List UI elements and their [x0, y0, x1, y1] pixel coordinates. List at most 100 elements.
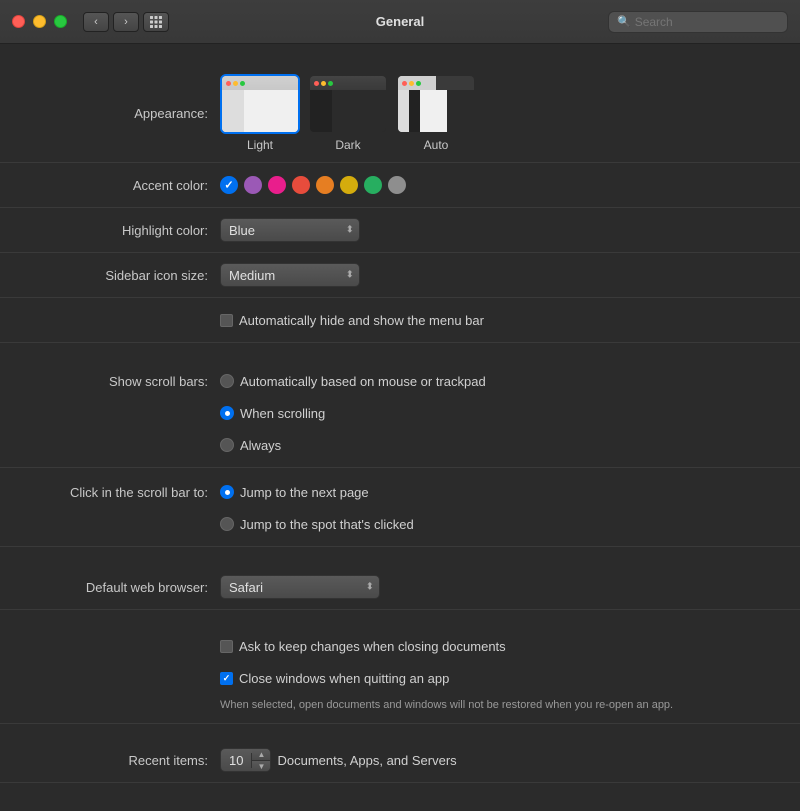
menu-bar-checkbox[interactable] [220, 314, 233, 327]
accent-color-label: Accent color: [0, 178, 220, 193]
click-scroll-spot-label: Jump to the spot that's clicked [240, 517, 414, 532]
appearance-dark-thumb[interactable] [308, 74, 388, 134]
click-scroll-next-radio[interactable] [220, 485, 234, 499]
recent-items-section: Recent items: 10 ▲ ▼ Documents, Apps, an… [0, 740, 800, 783]
handoff-section: Allow Handoff between this Mac and your … [0, 799, 800, 811]
scroll-bars-when-label: When scrolling [240, 406, 325, 421]
browser-row: Default web browser: Safari Chrome Firef… [0, 575, 770, 599]
stepper-up-button[interactable]: ▲ [252, 749, 270, 761]
minimize-button[interactable] [33, 15, 46, 28]
window-title: General [376, 14, 424, 29]
highlight-color-controls: Blue Gold Graphite Green Orange Pink Pur… [220, 218, 770, 242]
main-content: Appearance: [0, 44, 800, 811]
stepper-down-button[interactable]: ▼ [252, 761, 270, 772]
scroll-bars-auto-controls: Automatically based on mouse or trackpad [220, 374, 770, 389]
click-scroll-spot-radio[interactable] [220, 517, 234, 531]
menu-bar-section: Automatically hide and show the menu bar [0, 298, 800, 343]
click-scroll-next-label: Jump to the next page [240, 485, 369, 500]
keep-changes-controls: Ask to keep changes when closing documen… [220, 639, 770, 654]
scroll-bars-auto-radio[interactable] [220, 374, 234, 388]
accent-red[interactable] [292, 176, 310, 194]
close-button[interactable] [12, 15, 25, 28]
sidebar-icon-size-controls: Small Medium Large [220, 263, 770, 287]
browser-label: Default web browser: [0, 580, 220, 595]
sidebar-icon-size-row: Sidebar icon size: Small Medium Large [0, 263, 770, 287]
maximize-button[interactable] [54, 15, 67, 28]
appearance-light-label: Light [247, 138, 273, 152]
scroll-bars-auto-label: Automatically based on mouse or trackpad [240, 374, 486, 389]
menu-bar-controls: Automatically hide and show the menu bar [220, 313, 770, 328]
scroll-bars-when-radio[interactable] [220, 406, 234, 420]
scroll-bars-section: Show scroll bars: Automatically based on… [0, 359, 800, 468]
sidebar-icon-size-section: Sidebar icon size: Small Medium Large [0, 253, 800, 298]
search-icon: 🔍 [617, 15, 631, 28]
browser-controls: Safari Chrome Firefox [220, 575, 770, 599]
appearance-auto[interactable]: Auto [396, 74, 476, 152]
click-scroll-next-row: Click in the scroll bar to: Jump to the … [0, 480, 770, 504]
sidebar-icon-size-select[interactable]: Small Medium Large [220, 263, 360, 287]
appearance-label: Appearance: [0, 106, 220, 121]
keep-changes-checkbox[interactable] [220, 640, 233, 653]
click-scroll-spot-row: Jump to the spot that's clicked [0, 512, 770, 536]
accent-green[interactable] [364, 176, 382, 194]
appearance-auto-thumb[interactable] [396, 74, 476, 134]
accent-purple[interactable] [244, 176, 262, 194]
highlight-color-row: Highlight color: Blue Gold Graphite Gree… [0, 218, 770, 242]
scroll-bars-always-label: Always [240, 438, 281, 453]
accent-blue[interactable] [220, 176, 238, 194]
scroll-bars-when-controls: When scrolling [220, 406, 770, 421]
appearance-dark-label: Dark [335, 138, 360, 152]
accent-orange[interactable] [316, 176, 334, 194]
recent-items-suffix: Documents, Apps, and Servers [277, 753, 456, 768]
recent-items-value: 10 [221, 753, 252, 768]
scroll-bars-always-radio[interactable] [220, 438, 234, 452]
browser-select-wrapper: Safari Chrome Firefox [220, 575, 380, 599]
checkboxes-section: Ask to keep changes when closing documen… [0, 626, 800, 724]
appearance-thumbs: Light [220, 74, 476, 152]
menu-bar-checkbox-label: Automatically hide and show the menu bar [239, 313, 484, 328]
click-scroll-section: Click in the scroll bar to: Jump to the … [0, 468, 800, 547]
accent-yellow[interactable] [340, 176, 358, 194]
highlight-color-label: Highlight color: [0, 223, 220, 238]
menu-bar-row: Automatically hide and show the menu bar [0, 308, 770, 332]
keep-changes-label: Ask to keep changes when closing documen… [239, 639, 506, 654]
accent-graphite[interactable] [388, 176, 406, 194]
back-button[interactable]: ‹ [83, 12, 109, 32]
recent-items-row: Recent items: 10 ▲ ▼ Documents, Apps, an… [0, 748, 770, 772]
appearance-dark[interactable]: Dark [308, 74, 388, 152]
scroll-bars-when-row: When scrolling [0, 401, 770, 425]
accent-colors [220, 176, 406, 194]
click-scroll-next-controls: Jump to the next page [220, 485, 770, 500]
accent-color-section: Accent color: [0, 163, 800, 208]
scroll-bars-always-row: Always [0, 433, 770, 457]
appearance-light[interactable]: Light [220, 74, 300, 152]
close-windows-row: Close windows when quitting an app [0, 666, 770, 690]
highlight-color-section: Highlight color: Blue Gold Graphite Gree… [0, 208, 800, 253]
nav-buttons: ‹ › [83, 12, 139, 32]
click-scroll-spot-controls: Jump to the spot that's clicked [220, 517, 770, 532]
search-input[interactable] [635, 15, 779, 29]
scroll-bars-always-controls: Always [220, 438, 770, 453]
scroll-bars-auto-row: Show scroll bars: Automatically based on… [0, 369, 770, 393]
handoff-row: Allow Handoff between this Mac and your … [0, 807, 770, 811]
sidebar-icon-size-label: Sidebar icon size: [0, 268, 220, 283]
recent-items-label: Recent items: [0, 753, 220, 768]
close-windows-checkbox[interactable] [220, 672, 233, 685]
search-box[interactable]: 🔍 [608, 11, 788, 33]
accent-pink[interactable] [268, 176, 286, 194]
click-scroll-label: Click in the scroll bar to: [0, 485, 220, 500]
browser-section: Default web browser: Safari Chrome Firef… [0, 563, 800, 610]
appearance-light-thumb[interactable] [220, 74, 300, 134]
titlebar: ‹ › General 🔍 [0, 0, 800, 44]
grid-button[interactable] [143, 12, 169, 32]
highlight-color-select[interactable]: Blue Gold Graphite Green Orange Pink Pur… [220, 218, 360, 242]
traffic-lights [12, 15, 67, 28]
browser-select[interactable]: Safari Chrome Firefox [220, 575, 380, 599]
forward-button[interactable]: › [113, 12, 139, 32]
appearance-row: Appearance: [0, 74, 770, 152]
recent-items-controls: 10 ▲ ▼ Documents, Apps, and Servers [220, 748, 770, 772]
close-windows-label: Close windows when quitting an app [239, 671, 449, 686]
accent-color-row: Accent color: [0, 173, 770, 197]
close-windows-controls: Close windows when quitting an app [220, 671, 770, 686]
recent-items-stepper: 10 ▲ ▼ [220, 748, 271, 772]
